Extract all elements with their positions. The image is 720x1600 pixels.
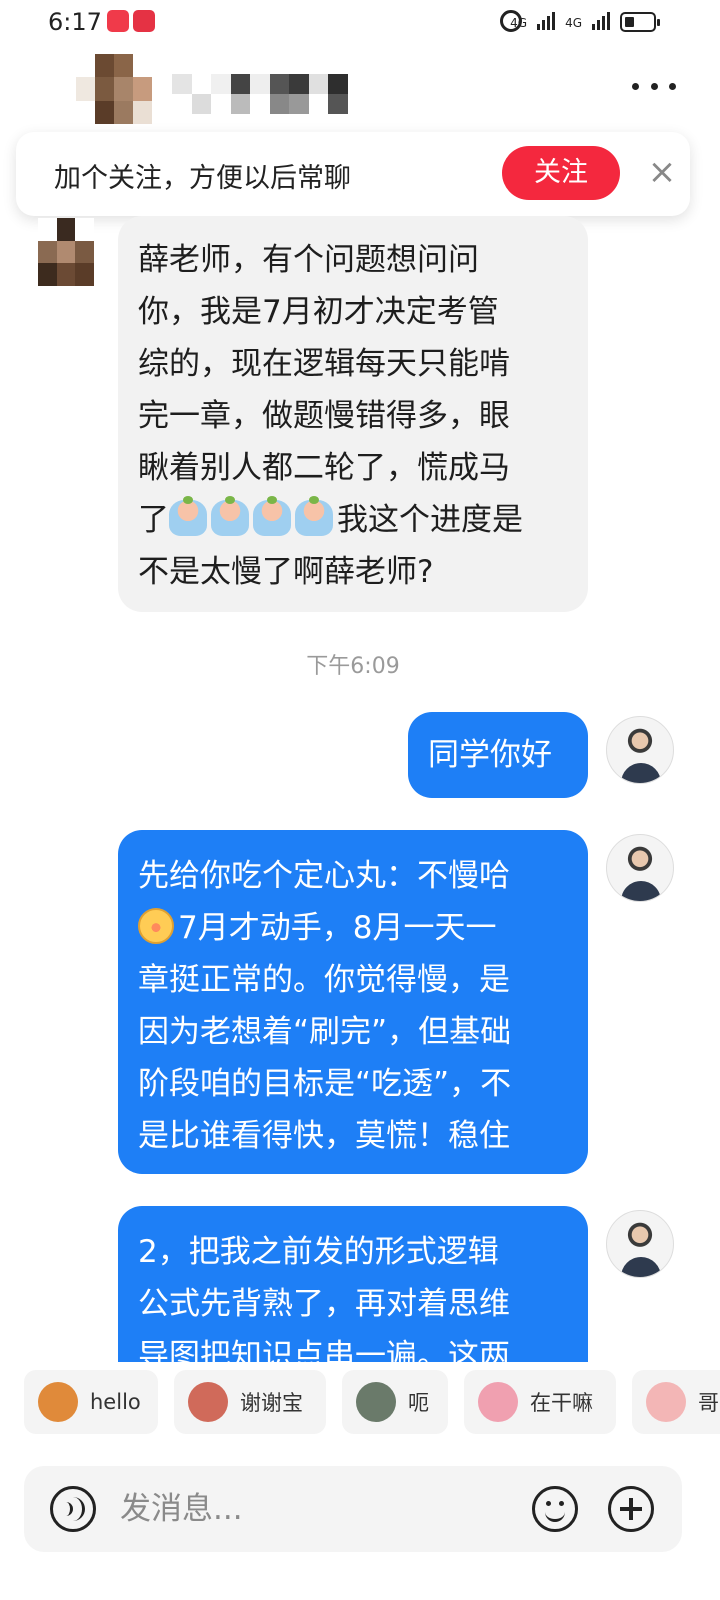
crying-emoji-icon xyxy=(295,496,333,536)
voice-input-icon[interactable] xyxy=(50,1486,96,1532)
message-line: 阶段咱的目标是“吃透”，不 xyxy=(138,1066,512,1102)
app-notification-icon xyxy=(107,10,129,32)
cat-sticker-icon xyxy=(356,1382,396,1422)
incoming-message-bubble[interactable]: 薛老师，有个问题想问问 你，我是7月初才决定考管 综的，现在逻辑每天只能啃 完一… xyxy=(118,216,588,612)
sender-avatar[interactable] xyxy=(38,218,94,286)
monkey-flower-sticker-icon xyxy=(188,1382,228,1422)
message-timestamp: 下午6:09 xyxy=(306,654,400,679)
message-line-with-emoji: 7月才动手，8月一天一 xyxy=(138,902,568,954)
sticker-what-doing[interactable]: 在干嘛 xyxy=(464,1370,616,1434)
sticker-thanks[interactable]: 谢谢宝 xyxy=(174,1370,326,1434)
app-notification-icon xyxy=(133,10,155,32)
signal-indicators: 4G 4G xyxy=(510,10,610,30)
battery-icon xyxy=(620,12,660,32)
follow-button[interactable]: 关注 xyxy=(502,146,620,200)
add-attachment-icon[interactable] xyxy=(608,1486,654,1532)
outgoing-message-bubble[interactable]: 同学你好 xyxy=(408,712,588,798)
message-input-bar xyxy=(24,1466,682,1552)
sticker-label: 呃 xyxy=(408,1391,429,1415)
message-line-with-emoji: 了 我这个进度是 xyxy=(138,494,568,546)
message-line: 因为老想着“刷完”，但基础 xyxy=(138,1014,512,1050)
message-line: 你，我是7月初才决定考管 xyxy=(138,294,499,330)
message-text: 了 xyxy=(138,502,169,538)
message-line: 同学你好 xyxy=(428,737,552,773)
crying-emoji-icon xyxy=(253,496,291,536)
emoji-icon[interactable] xyxy=(532,1486,578,1532)
signal-bars-icon xyxy=(592,10,610,30)
contact-avatar[interactable] xyxy=(76,54,152,124)
follow-banner: 加个关注，方便以后常聊 关注 × xyxy=(16,132,690,216)
message-line: 公式先背熟了，再对着思维 xyxy=(138,1286,510,1322)
laughing-emoji-icon xyxy=(138,908,174,944)
sticker-hello[interactable]: hello xyxy=(24,1370,158,1434)
sticker-label: 在干嘛 xyxy=(530,1391,593,1415)
sticker-label: hello xyxy=(90,1390,141,1414)
message-line: 先给你吃个定心丸：不慢哈 xyxy=(138,858,510,894)
status-time: 6:17 xyxy=(48,8,102,36)
message-line: 综的，现在逻辑每天只能啃 xyxy=(138,346,510,382)
message-line: 完一章，做题慢错得多，眼 xyxy=(138,398,510,434)
sheep-sticker-icon xyxy=(646,1382,686,1422)
signal-label-1: 4G xyxy=(510,16,528,30)
teacher-avatar[interactable] xyxy=(606,716,674,784)
sticker-label: 哥 xyxy=(698,1391,719,1415)
contact-name-blurred xyxy=(172,74,348,114)
more-options-icon[interactable] xyxy=(632,76,676,96)
chat-header xyxy=(0,46,720,126)
sticker-label: 谢谢宝 xyxy=(240,1391,303,1415)
monkey-sticker-icon xyxy=(38,1382,78,1422)
signal-bars-icon xyxy=(537,10,556,30)
message-text: 我这个进度是 xyxy=(337,502,523,538)
teacher-avatar[interactable] xyxy=(606,1210,674,1278)
sticker-uh[interactable]: 呃 xyxy=(342,1370,448,1434)
message-line: 薛老师，有个问题想问问 xyxy=(138,242,479,278)
message-line: 瞅着别人都二轮了，慌成马 xyxy=(138,450,510,486)
close-icon[interactable]: × xyxy=(642,152,682,192)
outgoing-message-bubble[interactable]: 先给你吃个定心丸：不慢哈 7月才动手，8月一天一 章挺正常的。你觉得慢，是 因为… xyxy=(118,830,588,1174)
crying-emoji-icon xyxy=(211,496,249,536)
message-line: 章挺正常的。你觉得慢，是 xyxy=(138,962,510,998)
crying-emoji-icon xyxy=(169,496,207,536)
sticker-suggestion-bar: hello 谢谢宝 呃 在干嘛 哥 xyxy=(0,1370,720,1436)
message-input[interactable] xyxy=(120,1484,500,1534)
pig-sticker-icon xyxy=(478,1382,518,1422)
signal-label-2: 4G xyxy=(565,16,582,30)
sticker-partial[interactable]: 哥 xyxy=(632,1370,720,1434)
status-bar: 6:17 4G 4G xyxy=(0,0,720,46)
teacher-avatar[interactable] xyxy=(606,834,674,902)
message-line: 2，把我之前发的形式逻辑 xyxy=(138,1234,499,1270)
message-line: 是比谁看得快，莫慌！稳住 xyxy=(138,1118,510,1154)
follow-banner-text: 加个关注，方便以后常聊 xyxy=(54,163,351,194)
message-text: 7月才动手，8月一天一 xyxy=(178,910,497,946)
message-line: 不是太慢了啊薛老师? xyxy=(138,554,434,590)
